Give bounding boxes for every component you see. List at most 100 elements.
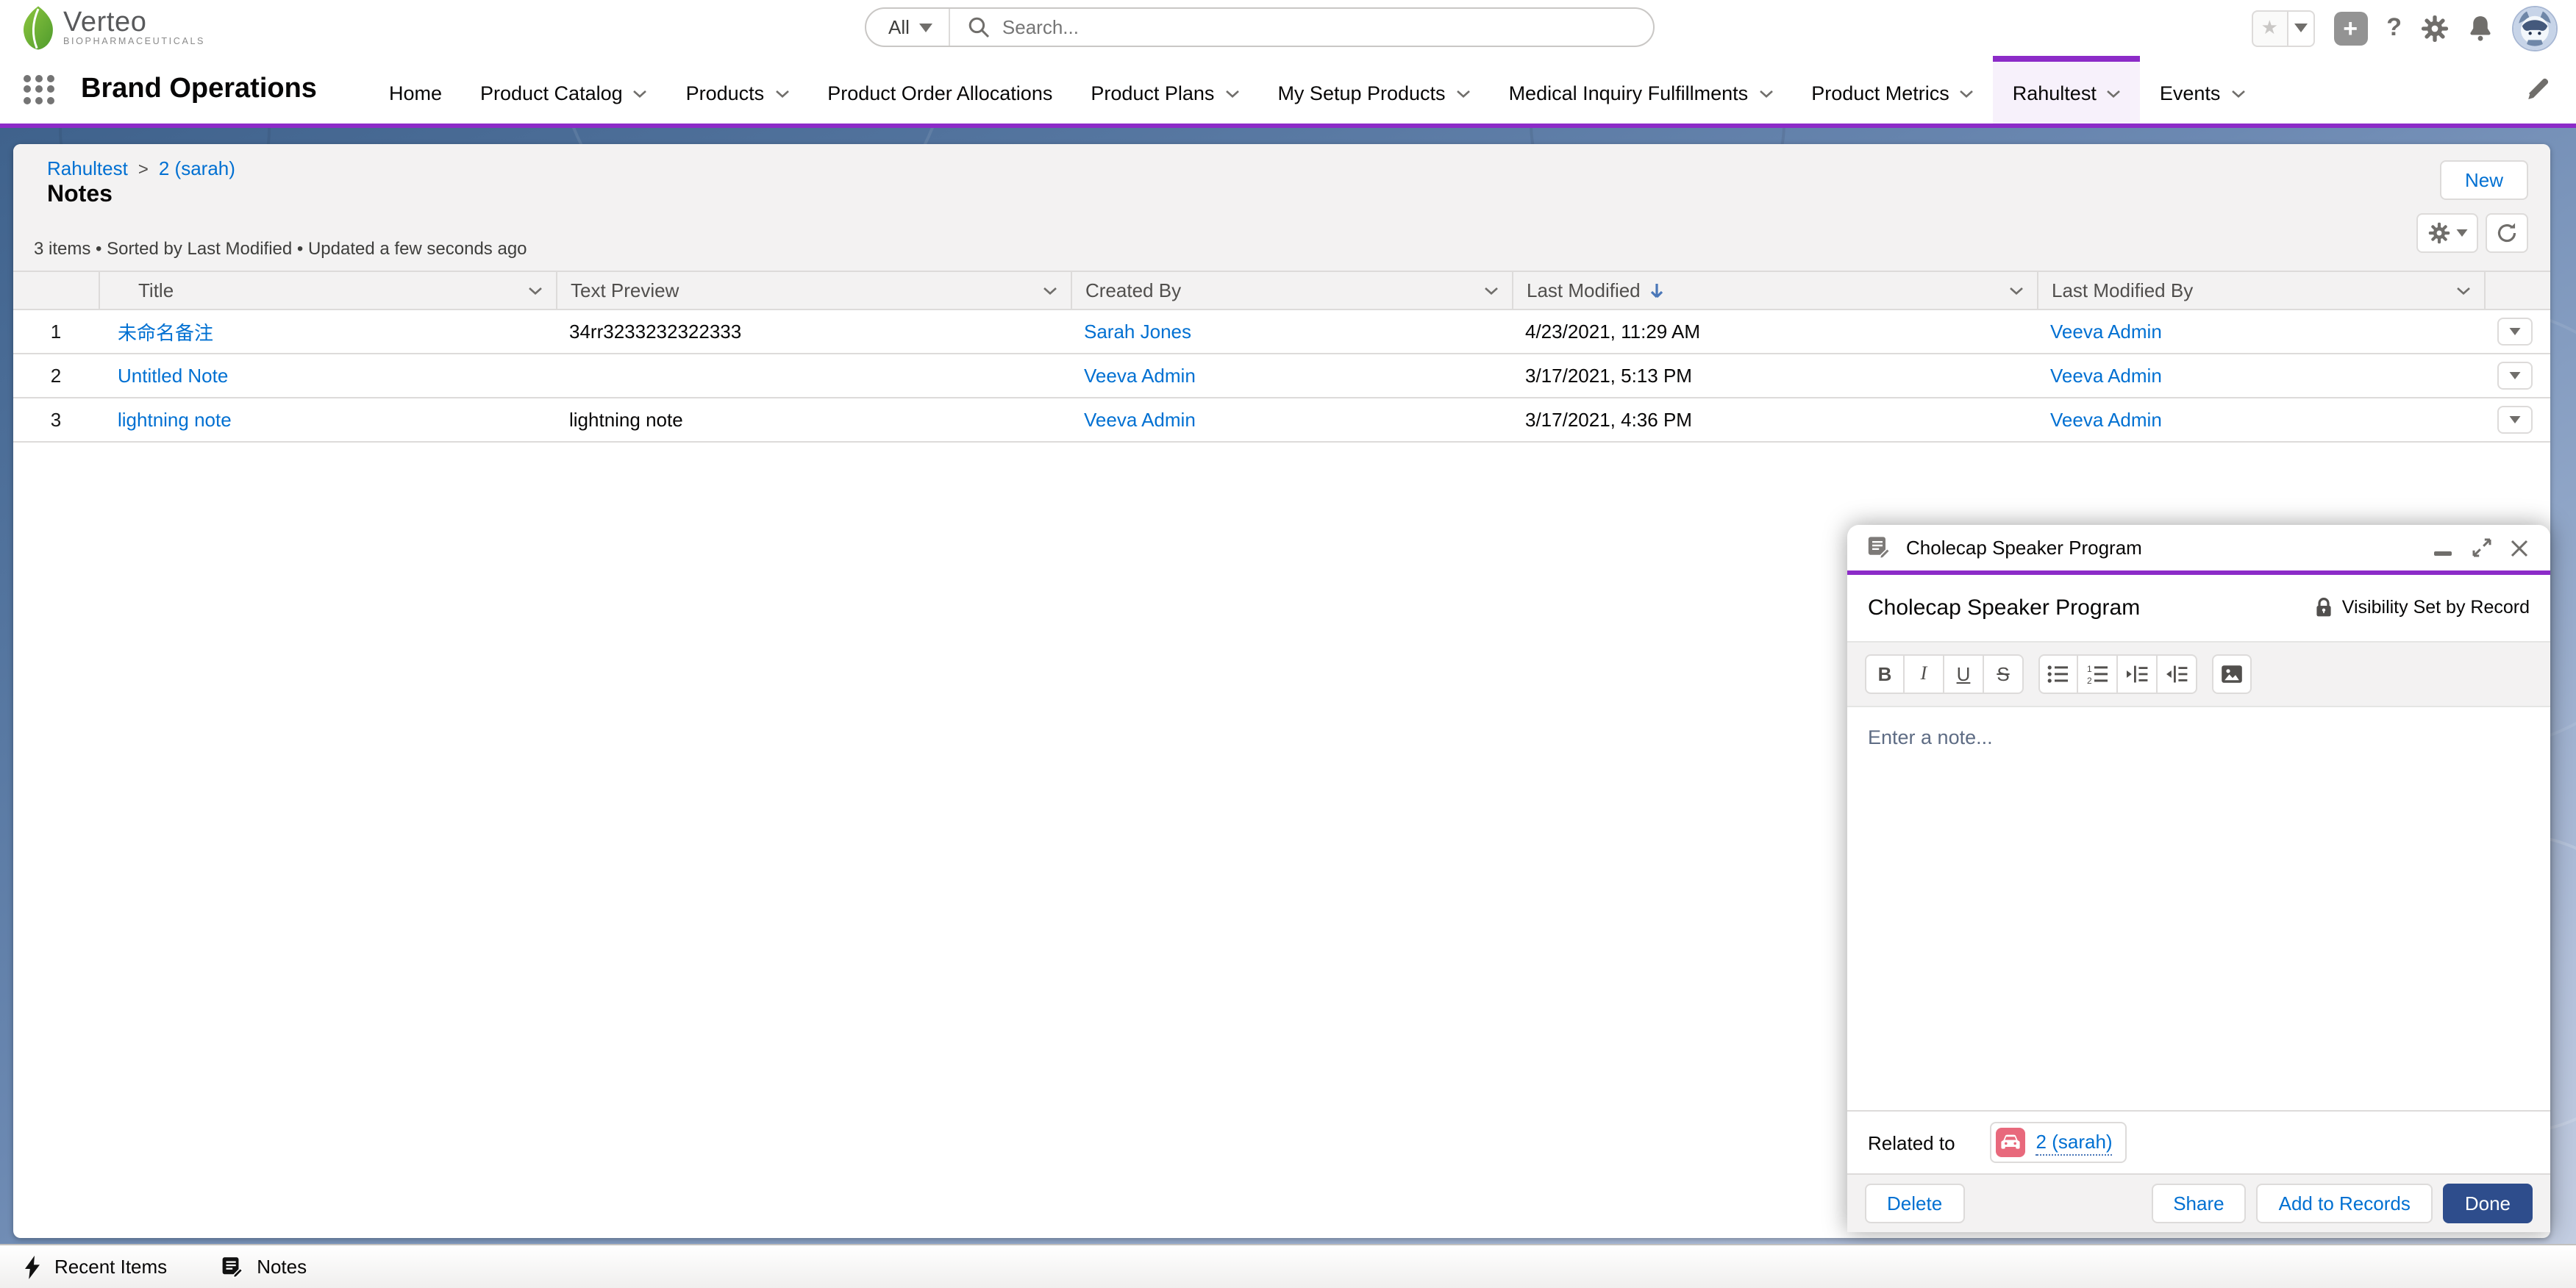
bold-button[interactable]: B xyxy=(1865,654,1905,693)
chevron-down-icon xyxy=(2107,90,2122,99)
favorites-menu-button[interactable] xyxy=(2288,10,2314,46)
created-by-link[interactable]: Sarah Jones xyxy=(1084,321,1191,343)
caret-down-icon xyxy=(920,23,933,32)
text-preview-cell: lightning note xyxy=(556,409,1071,431)
table-header-row: Title Text Preview Created By Last Modif… xyxy=(13,271,2550,310)
company-logo: Verteo BIOPHARMACEUTICALS xyxy=(21,4,205,51)
actions-column-header xyxy=(2484,272,2550,309)
note-title-link[interactable]: 未命名备注 xyxy=(118,322,213,344)
note-icon xyxy=(220,1255,243,1278)
app-launcher-icon[interactable] xyxy=(24,74,54,105)
column-header-last-modified-by[interactable]: Last Modified By xyxy=(2037,272,2484,309)
breadcrumb-record-link[interactable]: 2 (sarah) xyxy=(159,157,235,179)
visibility-label: Visibility Set by Record xyxy=(2342,597,2530,618)
numbered-list-button[interactable]: 12 xyxy=(2078,654,2118,693)
tab-events[interactable]: Events xyxy=(2141,56,2265,124)
main-content: Rahultest > 2 (sarah) Notes 3 items • So… xyxy=(0,128,2576,1244)
tab-my-setup-products[interactable]: My Setup Products xyxy=(1258,56,1489,124)
brand-tagline: BIOPHARMACEUTICALS xyxy=(63,38,205,48)
note-title-link[interactable]: lightning note xyxy=(118,409,232,431)
close-icon[interactable] xyxy=(2508,536,2531,559)
row-actions-menu-button[interactable] xyxy=(2497,318,2533,346)
insert-image-button[interactable] xyxy=(2212,654,2252,693)
tab-product-metrics[interactable]: Product Metrics xyxy=(1792,56,1994,124)
tab-product-plans[interactable]: Product Plans xyxy=(1071,56,1258,124)
last-modified-by-link[interactable]: Veeva Admin xyxy=(2050,409,2162,431)
search-input[interactable] xyxy=(991,15,1653,40)
list-header: Rahultest > 2 (sarah) Notes 3 items • So… xyxy=(13,144,2550,271)
caret-down-icon xyxy=(2294,24,2307,32)
related-record-link[interactable]: 2 (sarah) xyxy=(2036,1130,2113,1155)
tab-products[interactable]: Products xyxy=(667,56,809,124)
related-record-pill[interactable]: 2 (sarah) xyxy=(1991,1122,2127,1163)
tab-product-order-allocations[interactable]: Product Order Allocations xyxy=(808,56,1071,124)
related-to-label: Related to xyxy=(1868,1131,1955,1153)
numbered-list-icon: 12 xyxy=(2086,664,2108,683)
add-to-records-button[interactable]: Add to Records xyxy=(2257,1184,2433,1223)
column-header-created-by[interactable]: Created By xyxy=(1071,272,1512,309)
favorites-control: ★ xyxy=(2251,10,2314,46)
help-icon[interactable]: ? xyxy=(2386,13,2402,43)
edit-nav-pencil-icon[interactable] xyxy=(2527,76,2550,100)
breadcrumb-parent-link[interactable]: Rahultest xyxy=(47,157,128,179)
outdent-button[interactable] xyxy=(2158,654,2197,693)
search-icon xyxy=(968,16,991,38)
bulleted-list-button[interactable] xyxy=(2038,654,2078,693)
created-by-link[interactable]: Veeva Admin xyxy=(1084,409,1196,431)
notifications-bell-icon[interactable] xyxy=(2468,15,2493,41)
row-actions-menu-button[interactable] xyxy=(2497,362,2533,390)
refresh-button[interactable] xyxy=(2486,213,2528,253)
column-header-title[interactable]: Title xyxy=(99,272,556,309)
composer-header: Cholecap Speaker Program xyxy=(1847,525,2550,570)
recent-items-button[interactable]: Recent Items xyxy=(24,1255,167,1278)
tab-product-catalog[interactable]: Product Catalog xyxy=(461,56,667,124)
chevron-down-icon xyxy=(1224,90,1239,99)
notes-utility-button[interactable]: Notes xyxy=(220,1255,307,1278)
list-settings-button[interactable] xyxy=(2416,213,2478,253)
table-row: 3 lightning note lightning note Veeva Ad… xyxy=(13,398,2550,443)
chevron-down-icon xyxy=(1456,90,1471,99)
lightning-bolt-icon xyxy=(24,1255,41,1278)
tab-medical-inquiry-fulfillments[interactable]: Medical Inquiry Fulfillments xyxy=(1490,56,1793,124)
last-modified-cell: 3/17/2021, 4:36 PM xyxy=(1512,409,2037,431)
rich-text-toolbar: B I U S 12 xyxy=(1847,642,2550,706)
tab-rahultest[interactable]: Rahultest xyxy=(1994,56,2141,124)
created-by-link[interactable]: Veeva Admin xyxy=(1084,365,1196,387)
list-format-group: 12 xyxy=(2038,654,2197,693)
underline-button[interactable]: U xyxy=(1944,654,1984,693)
share-button[interactable]: Share xyxy=(2151,1184,2246,1223)
minimize-icon[interactable] xyxy=(2431,536,2455,559)
column-header-last-modified[interactable]: Last Modified xyxy=(1512,272,2037,309)
refresh-icon xyxy=(2496,222,2518,244)
search-scope-selector[interactable]: All xyxy=(866,9,951,46)
column-header-text-preview[interactable]: Text Preview xyxy=(556,272,1071,309)
new-button[interactable]: New xyxy=(2440,160,2528,200)
favorite-star-icon[interactable]: ★ xyxy=(2251,10,2288,46)
svg-text:2: 2 xyxy=(2086,675,2091,683)
italic-button[interactable]: I xyxy=(1905,654,1944,693)
note-title-link[interactable]: Untitled Note xyxy=(118,365,228,387)
breadcrumb-separator: > xyxy=(138,158,149,179)
row-number: 3 xyxy=(13,409,99,431)
last-modified-by-link[interactable]: Veeva Admin xyxy=(2050,365,2162,387)
table-row: 2 Untitled Note Veeva Admin 3/17/2021, 5… xyxy=(13,354,2550,398)
strikethrough-button[interactable]: S xyxy=(1984,654,2024,693)
setup-gear-icon[interactable] xyxy=(2421,14,2449,42)
user-avatar[interactable] xyxy=(2512,5,2558,51)
indent-button[interactable] xyxy=(2118,654,2158,693)
global-search: All xyxy=(865,7,1655,47)
expand-icon[interactable] xyxy=(2469,536,2493,559)
sort-descending-arrow-icon xyxy=(1649,282,1666,299)
svg-text:1: 1 xyxy=(2086,664,2091,673)
delete-button[interactable]: Delete xyxy=(1865,1184,1964,1223)
note-body-editor[interactable]: Enter a note... xyxy=(1847,706,2550,1110)
global-actions-button[interactable]: + xyxy=(2333,11,2367,45)
note-title-field[interactable]: Cholecap Speaker Program xyxy=(1868,595,2316,620)
row-actions-menu-button[interactable] xyxy=(2497,406,2533,434)
salesforce-app: Verteo BIOPHARMACEUTICALS All ★ + ? xyxy=(0,0,2576,1288)
last-modified-by-link[interactable]: Veeva Admin xyxy=(2050,321,2162,343)
done-button[interactable]: Done xyxy=(2443,1184,2533,1223)
gear-icon xyxy=(2427,222,2450,244)
tab-home[interactable]: Home xyxy=(370,56,461,124)
brand-name: Verteo xyxy=(63,9,205,37)
